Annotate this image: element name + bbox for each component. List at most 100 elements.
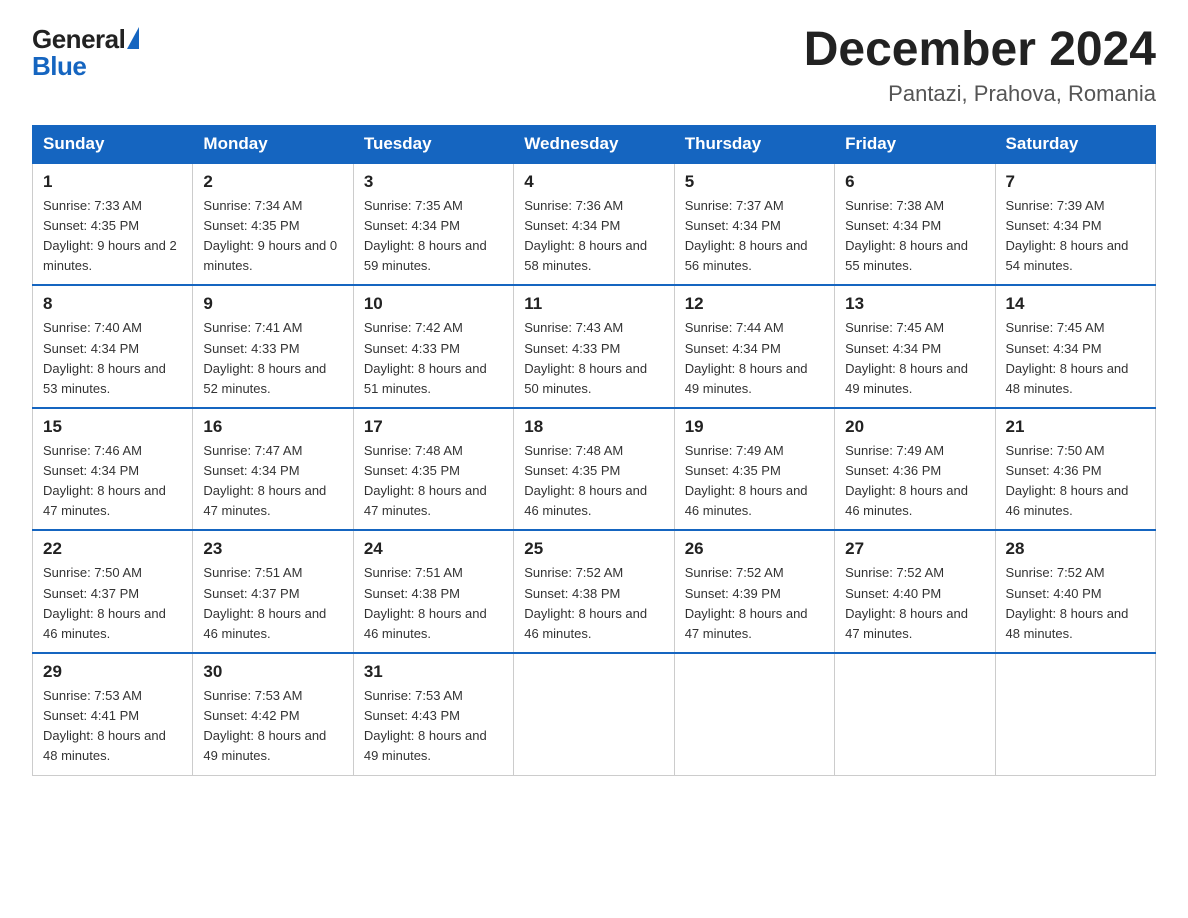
sun-info: Sunrise: 7:43 AMSunset: 4:33 PMDaylight:… [524,320,647,395]
sun-info: Sunrise: 7:33 AMSunset: 4:35 PMDaylight:… [43,198,177,273]
day-number: 26 [685,539,824,559]
col-thursday: Thursday [674,125,834,163]
day-number: 27 [845,539,984,559]
sun-info: Sunrise: 7:37 AMSunset: 4:34 PMDaylight:… [685,198,808,273]
sun-info: Sunrise: 7:52 AMSunset: 4:40 PMDaylight:… [1006,565,1129,640]
sun-info: Sunrise: 7:49 AMSunset: 4:36 PMDaylight:… [845,443,968,518]
day-number: 5 [685,172,824,192]
table-row: 14 Sunrise: 7:45 AMSunset: 4:34 PMDaylig… [995,285,1155,408]
day-number: 31 [364,662,503,682]
table-row: 1 Sunrise: 7:33 AMSunset: 4:35 PMDayligh… [33,163,193,286]
sun-info: Sunrise: 7:42 AMSunset: 4:33 PMDaylight:… [364,320,487,395]
table-row: 6 Sunrise: 7:38 AMSunset: 4:34 PMDayligh… [835,163,995,286]
sun-info: Sunrise: 7:52 AMSunset: 4:38 PMDaylight:… [524,565,647,640]
sun-info: Sunrise: 7:53 AMSunset: 4:42 PMDaylight:… [203,688,326,763]
day-number: 25 [524,539,663,559]
table-row: 10 Sunrise: 7:42 AMSunset: 4:33 PMDaylig… [353,285,513,408]
table-row: 12 Sunrise: 7:44 AMSunset: 4:34 PMDaylig… [674,285,834,408]
day-number: 19 [685,417,824,437]
calendar-week-row: 22 Sunrise: 7:50 AMSunset: 4:37 PMDaylig… [33,530,1156,653]
col-tuesday: Tuesday [353,125,513,163]
day-number: 9 [203,294,342,314]
sun-info: Sunrise: 7:36 AMSunset: 4:34 PMDaylight:… [524,198,647,273]
table-row: 9 Sunrise: 7:41 AMSunset: 4:33 PMDayligh… [193,285,353,408]
sun-info: Sunrise: 7:35 AMSunset: 4:34 PMDaylight:… [364,198,487,273]
table-row [674,653,834,775]
day-number: 23 [203,539,342,559]
day-number: 15 [43,417,182,437]
table-row: 7 Sunrise: 7:39 AMSunset: 4:34 PMDayligh… [995,163,1155,286]
col-wednesday: Wednesday [514,125,674,163]
sun-info: Sunrise: 7:50 AMSunset: 4:37 PMDaylight:… [43,565,166,640]
top-section: General Blue December 2024 Pantazi, Prah… [32,24,1156,107]
day-number: 21 [1006,417,1145,437]
logo: General Blue [32,24,139,82]
table-row: 27 Sunrise: 7:52 AMSunset: 4:40 PMDaylig… [835,530,995,653]
col-saturday: Saturday [995,125,1155,163]
sun-info: Sunrise: 7:45 AMSunset: 4:34 PMDaylight:… [1006,320,1129,395]
day-number: 4 [524,172,663,192]
header-right: December 2024 Pantazi, Prahova, Romania [804,24,1156,107]
sun-info: Sunrise: 7:50 AMSunset: 4:36 PMDaylight:… [1006,443,1129,518]
day-number: 10 [364,294,503,314]
day-number: 7 [1006,172,1145,192]
day-number: 13 [845,294,984,314]
table-row [835,653,995,775]
day-number: 30 [203,662,342,682]
day-number: 17 [364,417,503,437]
sun-info: Sunrise: 7:49 AMSunset: 4:35 PMDaylight:… [685,443,808,518]
table-row: 11 Sunrise: 7:43 AMSunset: 4:33 PMDaylig… [514,285,674,408]
table-row: 8 Sunrise: 7:40 AMSunset: 4:34 PMDayligh… [33,285,193,408]
logo-blue-text: Blue [32,51,86,82]
day-number: 16 [203,417,342,437]
calendar-week-row: 1 Sunrise: 7:33 AMSunset: 4:35 PMDayligh… [33,163,1156,286]
sun-info: Sunrise: 7:38 AMSunset: 4:34 PMDaylight:… [845,198,968,273]
sun-info: Sunrise: 7:39 AMSunset: 4:34 PMDaylight:… [1006,198,1129,273]
sun-info: Sunrise: 7:45 AMSunset: 4:34 PMDaylight:… [845,320,968,395]
day-number: 22 [43,539,182,559]
col-monday: Monday [193,125,353,163]
table-row: 3 Sunrise: 7:35 AMSunset: 4:34 PMDayligh… [353,163,513,286]
calendar-header-row: Sunday Monday Tuesday Wednesday Thursday… [33,125,1156,163]
sun-info: Sunrise: 7:53 AMSunset: 4:41 PMDaylight:… [43,688,166,763]
table-row: 16 Sunrise: 7:47 AMSunset: 4:34 PMDaylig… [193,408,353,531]
sun-info: Sunrise: 7:53 AMSunset: 4:43 PMDaylight:… [364,688,487,763]
sun-info: Sunrise: 7:52 AMSunset: 4:40 PMDaylight:… [845,565,968,640]
calendar-week-row: 15 Sunrise: 7:46 AMSunset: 4:34 PMDaylig… [33,408,1156,531]
col-sunday: Sunday [33,125,193,163]
day-number: 2 [203,172,342,192]
logo-triangle-icon [127,27,139,49]
table-row: 18 Sunrise: 7:48 AMSunset: 4:35 PMDaylig… [514,408,674,531]
day-number: 3 [364,172,503,192]
day-number: 11 [524,294,663,314]
location-subtitle: Pantazi, Prahova, Romania [804,81,1156,107]
day-number: 29 [43,662,182,682]
table-row: 26 Sunrise: 7:52 AMSunset: 4:39 PMDaylig… [674,530,834,653]
sun-info: Sunrise: 7:52 AMSunset: 4:39 PMDaylight:… [685,565,808,640]
day-number: 14 [1006,294,1145,314]
day-number: 18 [524,417,663,437]
day-number: 12 [685,294,824,314]
sun-info: Sunrise: 7:40 AMSunset: 4:34 PMDaylight:… [43,320,166,395]
table-row: 28 Sunrise: 7:52 AMSunset: 4:40 PMDaylig… [995,530,1155,653]
day-number: 1 [43,172,182,192]
day-number: 20 [845,417,984,437]
table-row: 13 Sunrise: 7:45 AMSunset: 4:34 PMDaylig… [835,285,995,408]
table-row: 21 Sunrise: 7:50 AMSunset: 4:36 PMDaylig… [995,408,1155,531]
table-row: 17 Sunrise: 7:48 AMSunset: 4:35 PMDaylig… [353,408,513,531]
day-number: 8 [43,294,182,314]
calendar-table: Sunday Monday Tuesday Wednesday Thursday… [32,125,1156,776]
calendar-week-row: 29 Sunrise: 7:53 AMSunset: 4:41 PMDaylig… [33,653,1156,775]
table-row: 4 Sunrise: 7:36 AMSunset: 4:34 PMDayligh… [514,163,674,286]
table-row: 30 Sunrise: 7:53 AMSunset: 4:42 PMDaylig… [193,653,353,775]
table-row: 29 Sunrise: 7:53 AMSunset: 4:41 PMDaylig… [33,653,193,775]
table-row: 25 Sunrise: 7:52 AMSunset: 4:38 PMDaylig… [514,530,674,653]
col-friday: Friday [835,125,995,163]
table-row: 23 Sunrise: 7:51 AMSunset: 4:37 PMDaylig… [193,530,353,653]
month-year-title: December 2024 [804,24,1156,77]
sun-info: Sunrise: 7:48 AMSunset: 4:35 PMDaylight:… [364,443,487,518]
sun-info: Sunrise: 7:51 AMSunset: 4:38 PMDaylight:… [364,565,487,640]
sun-info: Sunrise: 7:41 AMSunset: 4:33 PMDaylight:… [203,320,326,395]
table-row: 20 Sunrise: 7:49 AMSunset: 4:36 PMDaylig… [835,408,995,531]
day-number: 24 [364,539,503,559]
